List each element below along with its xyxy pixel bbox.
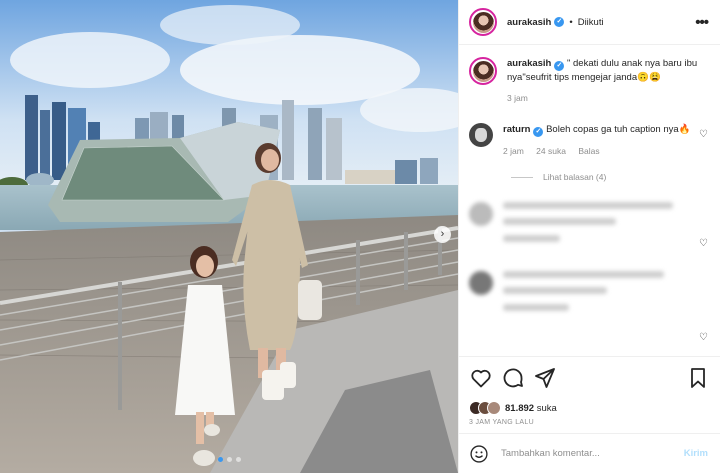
header-separator: • (569, 16, 573, 28)
comment-input[interactable] (501, 448, 684, 459)
add-comment-bar: Kirim (459, 433, 720, 473)
post-timestamp[interactable]: 3 JAM YANG LALU (459, 417, 720, 431)
action-bar (459, 357, 720, 399)
verified-badge-icon: ✓ (554, 61, 565, 71)
author-avatar[interactable] (469, 8, 497, 36)
caption-username[interactable]: aurakasih (507, 58, 551, 69)
view-replies-label: Lihat balasan (4) (543, 172, 607, 182)
commenter-avatar[interactable] (469, 202, 493, 226)
likes-row[interactable]: 81.892 suka (459, 399, 720, 417)
verified-badge-icon: ✓ (554, 17, 565, 27)
carousel-dot (226, 457, 232, 462)
emoji-icon[interactable] (469, 444, 489, 464)
view-replies-button[interactable]: Lihat balasan (4) (511, 172, 708, 182)
bookmark-icon[interactable] (686, 366, 710, 390)
caption: aurakasih ✓ " dekati dulu anak nya baru i… (469, 57, 708, 105)
carousel-indicator (0, 457, 458, 462)
post-photo[interactable]: › (0, 0, 458, 473)
comment-like-heart-icon[interactable]: ♡ (699, 332, 708, 343)
follow-status-button[interactable]: Diikuti (578, 17, 604, 28)
more-options-icon[interactable]: ••• (695, 14, 709, 31)
post-comment-button[interactable]: Kirim (684, 448, 708, 459)
comment-username[interactable]: raturn (503, 124, 530, 135)
carousel-dot (217, 457, 223, 462)
verified-badge-icon: ✓ (533, 127, 544, 137)
comment-text: Boleh copas ga tuh caption nya🔥 (546, 124, 691, 135)
heart-icon[interactable] (469, 366, 493, 390)
liker-avatar (487, 401, 501, 415)
carousel-dot (235, 457, 241, 462)
comment-item-blurred (469, 271, 708, 320)
post-header: aurakasih ✓ • Diikuti ••• (459, 0, 720, 45)
likes-count: 81.892 (505, 402, 535, 414)
caption-time: 3 jam (507, 93, 528, 103)
author-username[interactable]: aurakasih (507, 17, 551, 28)
comment-like-heart-icon[interactable]: ♡ (699, 238, 708, 249)
carousel-next-button[interactable]: › (434, 226, 451, 243)
post-panel: aurakasih ✓ • Diikuti ••• aurakasih ✓ " d… (458, 0, 720, 473)
comment-item-blurred (469, 202, 708, 251)
comment-like-heart-icon[interactable]: ♡ (699, 129, 708, 140)
photo-image (0, 0, 458, 473)
reply-button[interactable]: Balas (578, 146, 599, 156)
comment-likes[interactable]: 24 suka (536, 146, 566, 156)
share-icon[interactable] (533, 366, 557, 390)
caption-avatar[interactable] (469, 57, 497, 85)
likes-label: suka (536, 402, 557, 414)
commenter-avatar[interactable] (469, 271, 493, 295)
comment-item: raturn ✓ Boleh copas ga tuh caption nya🔥 … (469, 123, 708, 158)
commenter-avatar[interactable] (469, 123, 493, 147)
comment-time: 2 jam (503, 146, 524, 156)
comments-list[interactable]: aurakasih ✓ " dekati dulu anak nya baru i… (459, 45, 720, 357)
comment-icon[interactable] (501, 366, 525, 390)
